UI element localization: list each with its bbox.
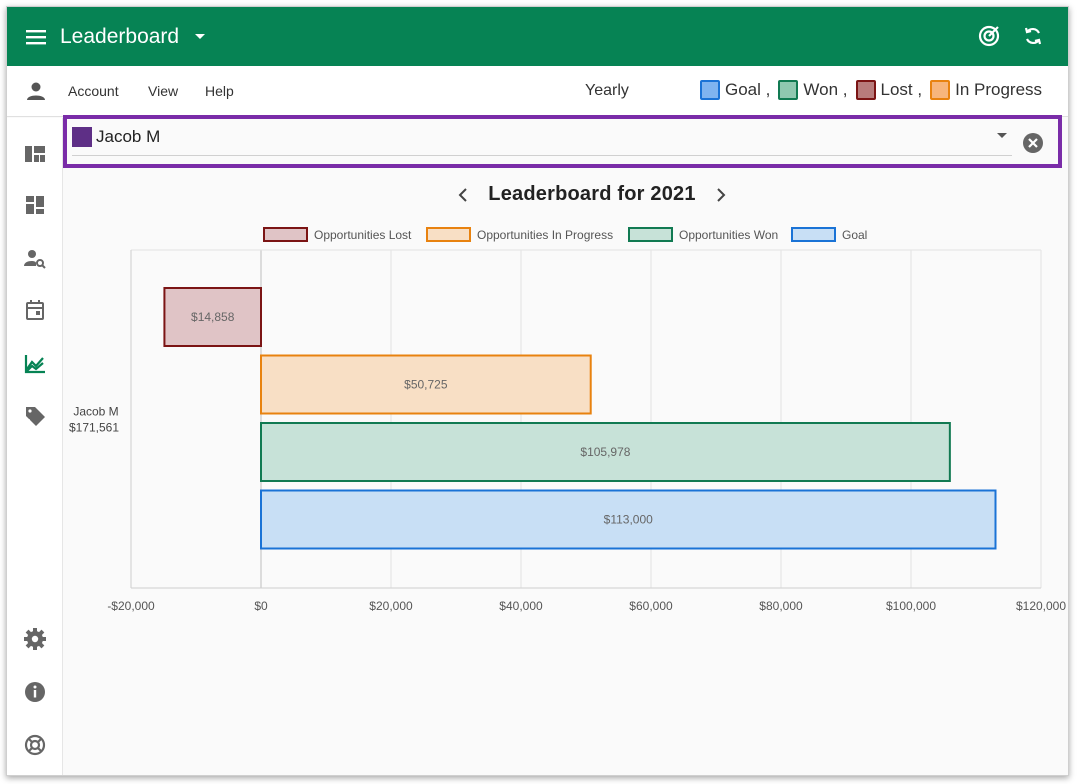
- legend-label-2: Opportunities Won: [679, 228, 778, 242]
- x-tick-label-6: $100,000: [886, 599, 936, 613]
- bar-value-label-1: $50,725: [404, 378, 448, 392]
- x-tick-label-0: -$20,000: [107, 599, 155, 613]
- x-tick-label-3: $40,000: [499, 599, 543, 613]
- bar-value-label-3: $113,000: [604, 513, 653, 527]
- legend-swatch-2: [628, 227, 673, 242]
- legend-label-0: Opportunities Lost: [314, 228, 412, 242]
- legend-swatch-0: [263, 227, 308, 242]
- category-name-label: Jacob M: [73, 404, 118, 418]
- x-tick-label-2: $20,000: [369, 599, 413, 613]
- legend-swatch-1: [426, 227, 471, 242]
- x-tick-label-7: $120,000: [1016, 599, 1066, 613]
- category-total-label: $171,561: [69, 420, 119, 434]
- bar-value-label-0: $14,858: [191, 310, 235, 324]
- legend-swatch-3: [791, 227, 836, 242]
- legend-label-3: Goal: [842, 228, 867, 242]
- legend-label-1: Opportunities In Progress: [477, 228, 613, 242]
- x-tick-label-5: $80,000: [759, 599, 803, 613]
- bar-value-label-2: $105,978: [580, 445, 630, 459]
- leaderboard-chart: Opportunities Lost Opportunities In Progr…: [69, 227, 1066, 613]
- x-tick-label-4: $60,000: [629, 599, 673, 613]
- x-tick-label-1: $0: [254, 599, 268, 613]
- app-window: Leaderboard Account View Help Yearly Goa…: [6, 6, 1069, 776]
